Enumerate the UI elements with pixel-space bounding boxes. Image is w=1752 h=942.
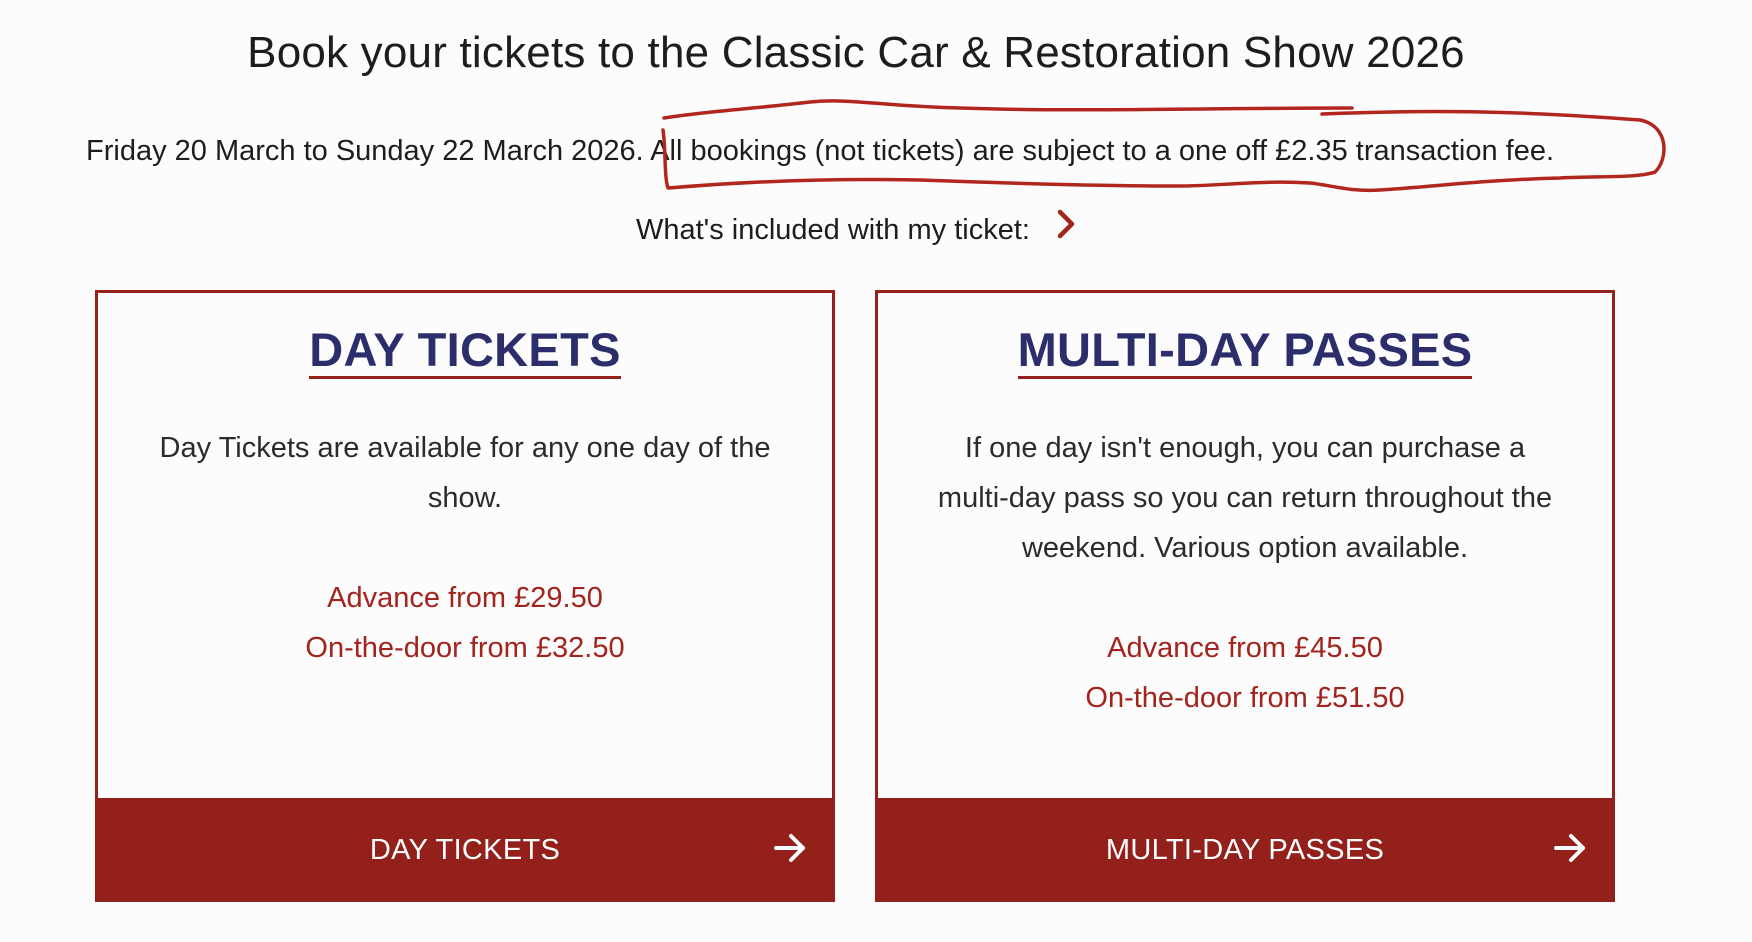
arrow-right-icon xyxy=(1553,832,1587,869)
show-dates: Friday 20 March to Sunday 22 March 2026. xyxy=(86,135,644,167)
booking-page: Book your tickets to the Classic Car & R… xyxy=(0,0,1752,942)
multi-day-passes-prices: Advance from £45.50 On-the-door from £51… xyxy=(878,623,1612,723)
multi-day-passes-heading-link[interactable]: MULTI-DAY PASSES xyxy=(1017,323,1473,379)
intro-line: Friday 20 March to Sunday 22 March 2026.… xyxy=(86,135,1554,168)
day-tickets-prices: Advance from £29.50 On-the-door from £32… xyxy=(98,573,832,673)
advance-price: Advance from £29.50 xyxy=(327,582,603,614)
day-tickets-heading-link[interactable]: DAY TICKETS xyxy=(309,323,621,379)
transaction-fee-notice: All bookings (not tickets) are subject t… xyxy=(650,135,1555,167)
day-tickets-card: DAY TICKETS Day Tickets are available fo… xyxy=(95,290,835,902)
page-title: Book your tickets to the Classic Car & R… xyxy=(247,28,1465,77)
multi-day-passes-card: MULTI-DAY PASSES If one day isn't enough… xyxy=(875,290,1615,902)
chevron-right-icon[interactable] xyxy=(1056,209,1076,247)
day-tickets-description: Day Tickets are available for any one da… xyxy=(159,432,771,514)
arrow-right-icon xyxy=(773,832,807,869)
door-price: On-the-door from £32.50 xyxy=(305,632,625,664)
multi-day-passes-button-label: MULTI-DAY PASSES xyxy=(1105,833,1385,866)
advance-price: Advance from £45.50 xyxy=(1107,632,1383,664)
whats-included-toggle[interactable]: What's included with my ticket: xyxy=(0,210,1712,247)
day-tickets-button-label: DAY TICKETS xyxy=(369,833,561,866)
day-tickets-button[interactable]: DAY TICKETS xyxy=(95,798,835,902)
multi-day-passes-button[interactable]: MULTI-DAY PASSES xyxy=(875,798,1615,902)
multi-day-passes-description: If one day isn't enough, you can purchas… xyxy=(937,432,1553,564)
whats-included-label: What's included with my ticket: xyxy=(635,214,1030,246)
door-price: On-the-door from £51.50 xyxy=(1085,682,1405,714)
